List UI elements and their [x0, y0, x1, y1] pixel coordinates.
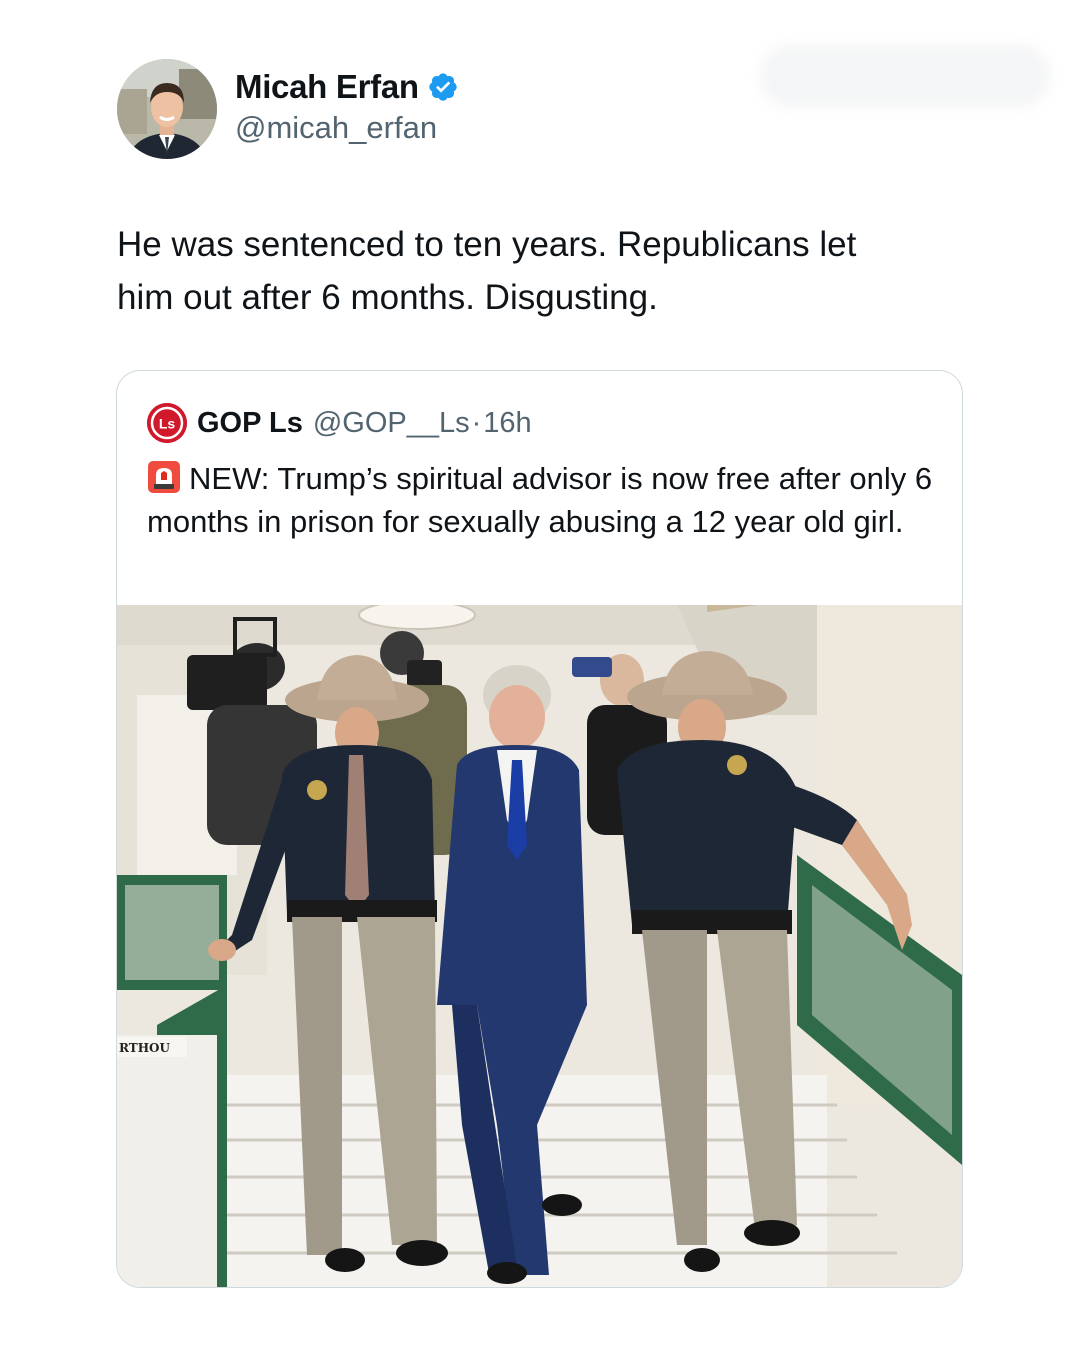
author-handle[interactable]: @micah_erfan [235, 110, 437, 146]
quoted-author-name[interactable]: GOP Ls [197, 407, 303, 440]
quoted-tweet-header: Ls GOP Ls @GOP__Ls · 16h [147, 403, 532, 443]
quoted-author-handle[interactable]: @GOP__Ls [313, 407, 470, 440]
quoted-avatar[interactable]: Ls [147, 403, 187, 443]
tweet-text: He was sentenced to ten years. Republica… [117, 218, 987, 324]
quoted-tweet-text: NEW: Trump’s spiritual advisor is now fr… [147, 457, 937, 543]
blurred-region [760, 45, 1050, 107]
quoted-timestamp[interactable]: 16h [483, 407, 531, 440]
quoted-avatar-label: Ls [159, 416, 176, 432]
quoted-separator: · [471, 406, 482, 439]
tweet-text-line: He was sentenced to ten years. Republica… [117, 225, 857, 264]
quoted-tweet-photo[interactable]: RTHOU [117, 605, 962, 1287]
author-name-row: Micah Erfan [235, 68, 459, 106]
verified-badge-icon [427, 71, 459, 103]
courthouse-arrest-photo: RTHOU [117, 605, 962, 1287]
author-avatar[interactable] [117, 59, 217, 159]
tweet-text-line: him out after 6 months. Disgusting. [117, 278, 658, 317]
author-name[interactable]: Micah Erfan [235, 68, 419, 106]
gop-ls-logo-icon: Ls [147, 403, 187, 443]
author-avatar-photo [117, 59, 217, 159]
quoted-tweet-card[interactable]: Ls GOP Ls @GOP__Ls · 16h NEW: Trump’s sp… [116, 370, 963, 1288]
courthouse-sign-text: RTHOU [119, 1041, 170, 1055]
rotating-light-icon [147, 460, 181, 494]
quoted-tweet-body: NEW: Trump’s spiritual advisor is now fr… [147, 461, 933, 539]
